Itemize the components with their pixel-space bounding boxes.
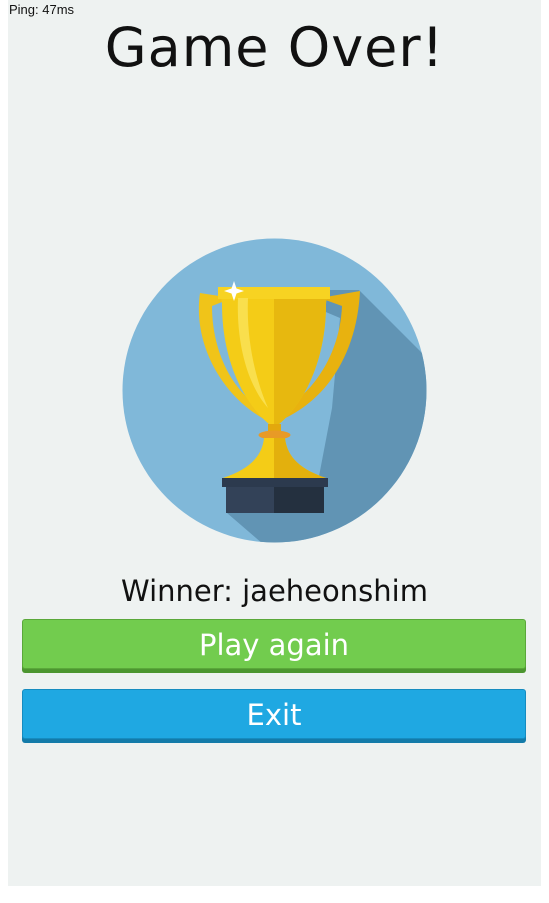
play-again-label: Play again — [198, 628, 350, 662]
trophy-icon — [122, 238, 427, 543]
exit-button[interactable]: Exit — [22, 689, 526, 739]
winner-label: Winner: jaeheonshim — [121, 574, 428, 608]
exit-label: Exit — [246, 698, 302, 732]
play-again-button[interactable]: Play again — [22, 619, 526, 669]
page-title: Game Over! — [104, 16, 445, 79]
ping-indicator: Ping: 47ms — [9, 2, 75, 17]
game-over-screen: Ping: 47ms Game Over! Winner: jaeheonshi… — [8, 0, 541, 886]
